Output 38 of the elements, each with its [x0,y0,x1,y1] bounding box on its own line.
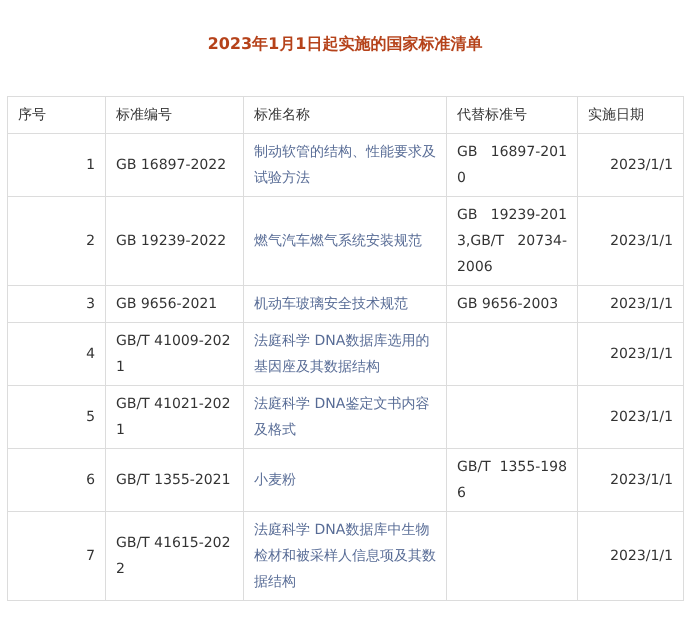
row-number: 1 [8,134,106,196]
standard-name[interactable]: 制动软管的结构、性能要求及试验方法 [244,134,446,196]
replaced-standard: GB 19239-2013,GB/T 20734-2006 [446,196,578,286]
standard-name[interactable]: 法庭科学 DNA数据库中生物检材和被采样人信息项及其数据结构 [244,512,446,600]
standard-code: GB 16897-2022 [106,134,244,196]
standard-code: GB/T 41021-2021 [106,386,244,448]
standard-code: GB 19239-2022 [106,196,244,286]
effective-date: 2023/1/1 [578,322,684,386]
standard-code: GB/T 41615-2022 [106,512,244,600]
standard-name[interactable]: 法庭科学 DNA鉴定文书内容及格式 [244,386,446,448]
effective-date: 2023/1/1 [578,286,684,322]
replaced-standard: GB 9656-2003 [446,286,578,322]
effective-date: 2023/1/1 [578,512,684,600]
standard-code: GB/T 41009-2021 [106,322,244,386]
standard-name[interactable]: 燃气汽车燃气系统安装规范 [244,196,446,286]
row-number: 5 [8,386,106,448]
standard-code: GB/T 1355-2021 [106,448,244,512]
effective-date: 2023/1/1 [578,386,684,448]
column-header: 代替标准号 [446,96,578,134]
row-number: 6 [8,448,106,512]
effective-date: 2023/1/1 [578,448,684,512]
row-number: 3 [8,286,106,322]
standard-code: GB 9656-2021 [106,286,244,322]
row-number: 4 [8,322,106,386]
column-header: 标准编号 [106,96,244,134]
effective-date: 2023/1/1 [578,134,684,196]
standard-name[interactable]: 小麦粉 [244,448,446,512]
column-header: 序号 [8,96,106,134]
replaced-standard: GB 16897-2010 [446,134,578,196]
column-header: 标准名称 [244,96,446,134]
standard-name[interactable]: 机动车玻璃安全技术规范 [244,286,446,322]
column-header: 实施日期 [578,96,684,134]
page-title: 2023年1月1日起实施的国家标准清单 [208,34,482,54]
row-number: 2 [8,196,106,286]
row-number: 7 [8,512,106,600]
replaced-standard: GB/T 1355-1986 [446,448,578,512]
effective-date: 2023/1/1 [578,196,684,286]
standard-name[interactable]: 法庭科学 DNA数据库选用的基因座及其数据结构 [244,322,446,386]
